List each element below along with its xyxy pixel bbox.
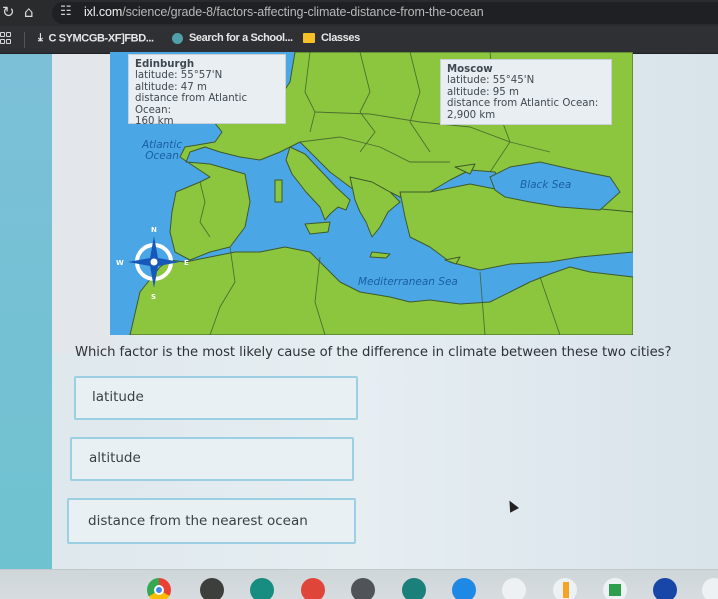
vocab-app-icon[interactable] <box>200 578 224 599</box>
compass-w: W <box>116 259 124 267</box>
page-side-strip <box>0 54 52 569</box>
classroom-slides-icon[interactable] <box>250 578 274 599</box>
answer-option-distance-from-ocean[interactable]: distance from the nearest ocean <box>67 498 356 544</box>
starburst-app-icon[interactable] <box>402 578 426 599</box>
apps-grid-icon[interactable] <box>0 32 12 46</box>
bookmarks-bar: ⤓ C SYMCGB-XF]FBD... Search for a School.… <box>0 26 718 54</box>
edinburgh-callout: Edinburgh latitude: 55°57'N altitude: 47… <box>128 54 286 128</box>
zoom-video-icon[interactable] <box>452 578 476 599</box>
land-crete <box>369 251 391 259</box>
kids-app-icon[interactable] <box>502 578 526 599</box>
bookmark-label: Classes <box>321 32 360 44</box>
site-settings-icon[interactable]: ☷ <box>60 4 72 19</box>
mediterranean-sea-label: Mediterranean Sea <box>358 276 458 288</box>
browser-toolbar: ↻ ⌂ ☷ ixl.com/science/grade-8/factors-af… <box>0 0 718 26</box>
bookmark-label: Search for a School... <box>189 32 293 44</box>
slides-app-icon[interactable] <box>553 578 577 599</box>
city-altitude: altitude: 95 m <box>447 86 519 98</box>
kahoot-icon[interactable] <box>653 578 677 599</box>
reload-icon[interactable]: ↻ <box>2 3 15 21</box>
compass-n: N <box>151 226 157 234</box>
url-path: /science/grade-8/factors-affecting-clima… <box>122 5 484 19</box>
bookmark-classes[interactable]: Classes <box>303 32 360 44</box>
school-search-icon <box>172 32 183 44</box>
bookmark-download[interactable]: ⤓ C SYMCGB-XF]FBD... <box>38 32 154 45</box>
atlantic-label-line2: Ocean <box>145 150 179 162</box>
option-label: altitude <box>89 450 141 466</box>
url-domain: ixl.com <box>84 5 123 19</box>
land-sicily <box>304 221 331 235</box>
page-gutter <box>52 54 114 354</box>
city-latitude: latitude: 55°57'N <box>135 70 223 82</box>
google-classroom-icon[interactable] <box>603 578 627 599</box>
land-sardinia <box>274 179 283 203</box>
city-altitude: altitude: 47 m <box>135 81 207 93</box>
city-distance: 2,900 km <box>447 109 496 121</box>
home-icon[interactable]: ⌂ <box>24 3 34 21</box>
os-shelf <box>0 569 718 599</box>
bookmark-search-school[interactable]: Search for a School... <box>172 32 293 44</box>
city-name: Edinburgh <box>135 59 195 70</box>
option-label: latitude <box>92 389 144 405</box>
atlantic-ocean-label: Atlantic Ocean <box>142 140 182 162</box>
city-distance-label: distance from Atlantic Ocean: <box>447 98 599 110</box>
question-text: Which factor is the most likely cause of… <box>75 345 672 360</box>
bookmark-label: C SYMCGB-XF]FBD... <box>48 32 154 45</box>
compass-s: S <box>151 293 156 300</box>
screen: ↻ ⌂ ☷ ixl.com/science/grade-8/factors-af… <box>0 0 718 599</box>
chrome-icon[interactable] <box>147 578 171 599</box>
moscow-callout: Moscow latitude: 55°45'N altitude: 95 m … <box>440 59 612 125</box>
compass-rose-icon: N S E W <box>116 226 189 300</box>
option-label: distance from the nearest ocean <box>88 513 308 529</box>
compass-e: E <box>184 259 189 267</box>
city-name: Moscow <box>447 64 493 75</box>
clock-app-icon[interactable] <box>351 578 375 599</box>
download-icon: ⤓ <box>38 32 43 44</box>
google-classroom-icon <box>303 33 315 44</box>
answer-option-altitude[interactable]: altitude <box>70 437 354 481</box>
mouse-cursor-icon <box>505 498 519 513</box>
answer-option-latitude[interactable]: latitude <box>74 376 358 420</box>
europe-map: Atlantic Ocean Black Sea Mediterranean S… <box>110 52 633 335</box>
docs-app-icon[interactable] <box>702 578 718 599</box>
address-bar[interactable]: ☷ ixl.com/science/grade-8/factors-affect… <box>52 2 718 24</box>
city-distance: 160 km <box>135 116 174 128</box>
city-distance-label: distance from Atlantic Ocean: <box>135 93 248 116</box>
bookmark-separator <box>24 32 25 48</box>
city-latitude: latitude: 55°45'N <box>447 75 535 87</box>
canvas-paint-icon[interactable] <box>301 578 325 599</box>
black-sea-label: Black Sea <box>520 179 572 191</box>
url-text[interactable]: ixl.com/science/grade-8/factors-affectin… <box>84 5 484 19</box>
ixl-page: Atlantic Ocean Black Sea Mediterranean S… <box>0 52 718 569</box>
